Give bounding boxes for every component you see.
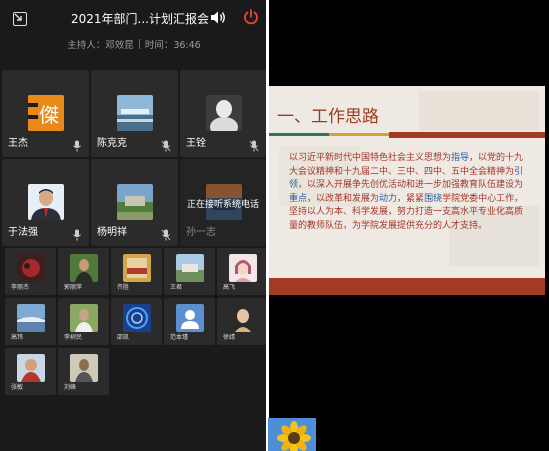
participant-tile-small[interactable]: 李树民: [58, 298, 109, 345]
avatar: [123, 254, 151, 282]
slide-keyword: 重点: [289, 193, 308, 204]
avatar: [176, 254, 204, 282]
slide-text: ，以深入开展争先创优活动和进一步加强教育队伍建设为: [298, 180, 524, 191]
participant-name: 齐胜: [117, 284, 130, 291]
avatar: 傑: [28, 95, 64, 131]
slide-title-bar: [269, 132, 545, 138]
slide-title: 一、工作思路: [277, 107, 379, 127]
participant-tile-small[interactable]: 齐胜: [111, 248, 162, 295]
meeting-title: 2021年部门...计划汇报会: [71, 12, 209, 26]
avatar: [123, 304, 151, 332]
top-bar: 2021年部门...计划汇报会 主持人：邓效昆 时间：36:46: [0, 0, 268, 66]
meeting-info: 主持人：邓效昆 时间：36:46: [0, 37, 268, 51]
participant-tile-small[interactable]: 徐靖: [217, 298, 266, 345]
minimize-window-icon[interactable]: [13, 12, 27, 26]
participant-tile-small[interactable]: 高玮: [5, 298, 56, 345]
participant-name: 陈克克: [97, 138, 127, 149]
participant-tile[interactable]: 于法强: [2, 159, 89, 246]
default-avatar-icon: [176, 304, 204, 332]
participant-name: 范本瑾: [170, 334, 189, 341]
participant-name: 李丽杰: [11, 284, 30, 291]
participant-tile-small[interactable]: 高飞: [217, 248, 266, 295]
microphone-muted-icon: [161, 226, 171, 241]
slide-body: 以习近平新时代中国特色社会主义思想为指导，以党的十九大会议精神和十九届二中、三中…: [289, 152, 531, 234]
participant-name: 郭丽萍: [64, 284, 83, 291]
avatar: [229, 304, 257, 332]
participant-name: 王杰: [8, 138, 28, 149]
avatar: [17, 304, 45, 332]
self-video-thumbnail[interactable]: [268, 418, 316, 451]
call-status: 正在接听系统电话: [186, 200, 259, 210]
avatar: [70, 354, 98, 382]
participant-tile[interactable]: 陈克克: [91, 70, 178, 157]
microphone-icon: [72, 226, 82, 241]
participant-name: 杨明祥: [97, 227, 127, 238]
avatar: [117, 184, 153, 220]
slide-keyword: 指导: [451, 153, 470, 163]
participant-name: 高玮: [11, 334, 24, 341]
participant-name: 邵凯: [117, 334, 130, 341]
participant-tile[interactable]: 傑 王杰: [2, 70, 89, 157]
slide-text: 以习近平新时代中国特色社会主义思想为: [289, 153, 452, 163]
participant-name: 于法强: [8, 227, 38, 238]
avatar: [17, 254, 45, 282]
power-icon[interactable]: [243, 9, 259, 25]
slide-footer-band: [269, 278, 545, 295]
avatar: [206, 95, 242, 131]
participant-tile-small[interactable]: 刘峰: [58, 348, 109, 395]
slide-text: ，紧紧: [397, 193, 425, 204]
participant-name: 孙一志: [186, 227, 216, 238]
elapsed-time: 时间：36:46: [144, 40, 201, 51]
host-label: 主持人：邓效昆: [67, 40, 134, 51]
participant-name: 王铨: [186, 138, 206, 149]
speaker-icon[interactable]: [210, 10, 228, 25]
presentation-slide: 一、工作思路 以习近平新时代中国特色社会主义思想为指导，以党的十九大会议精神和十…: [269, 86, 545, 295]
participant-tile-small[interactable]: 郭丽萍: [58, 248, 109, 295]
avatar: [229, 254, 257, 282]
participant-name: 徐靖: [223, 334, 236, 341]
participant-tile[interactable]: 正在接听系统电话 孙一志: [180, 159, 266, 246]
slide-keyword: 围绕: [424, 193, 443, 204]
participant-tile[interactable]: 杨明祥: [91, 159, 178, 246]
avatar: [70, 254, 98, 282]
participant-tile-small[interactable]: 邵凯: [111, 298, 162, 345]
participant-tile-small[interactable]: 王君: [164, 248, 215, 295]
microphone-icon: [72, 137, 82, 152]
avatar: [117, 95, 153, 131]
participant-tile-small[interactable]: 李丽杰: [5, 248, 56, 295]
participant-name: 刘峰: [64, 384, 77, 391]
avatar: [28, 184, 64, 220]
participant-name: 高飞: [223, 284, 236, 291]
participant-tile-small[interactable]: 张敏: [5, 348, 56, 395]
slide-keyword: 动力: [379, 193, 398, 204]
svg-text:傑: 傑: [39, 103, 59, 127]
participant-tile-small[interactable]: 范本瑾: [164, 298, 215, 345]
avatar: [70, 304, 98, 332]
slide-text: ，以改革和发展为: [307, 193, 380, 204]
microphone-muted-icon: [249, 137, 259, 152]
participant-name: 李树民: [64, 334, 83, 341]
microphone-muted-icon: [161, 137, 171, 152]
participant-tile[interactable]: 王铨: [180, 70, 266, 157]
participant-name: 王君: [170, 284, 183, 291]
avatar: [17, 354, 45, 382]
participant-name: 张敏: [11, 384, 24, 391]
participants-panel: 2021年部门...计划汇报会 主持人：邓效昆 时间：36:46 傑 王杰 陈克…: [0, 0, 268, 451]
